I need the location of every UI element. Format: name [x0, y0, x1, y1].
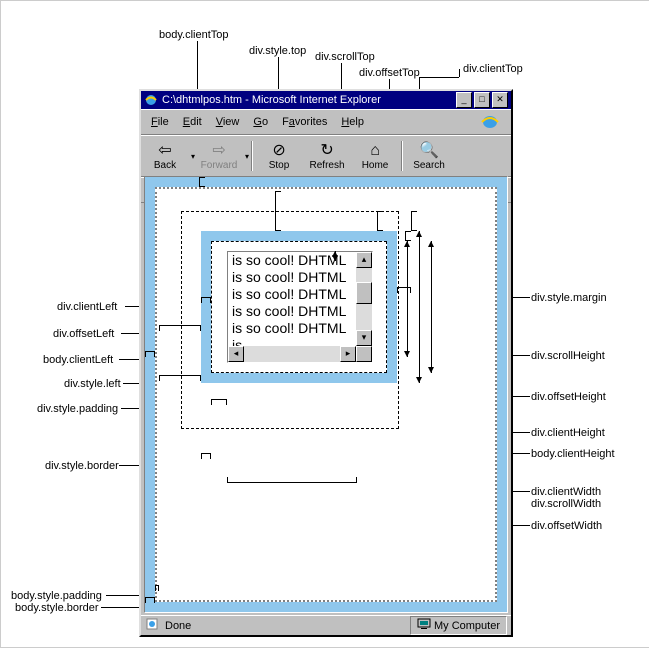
back-icon: ⇦ [158, 142, 171, 160]
scroll-down-icon[interactable]: ▾ [356, 330, 372, 346]
maximize-button[interactable]: □ [474, 92, 490, 108]
bracket-div-styleMargin-h [397, 287, 411, 293]
label-div-stylePadding: div.style.padding [37, 403, 118, 415]
forward-dropdown-icon[interactable]: ▾ [245, 152, 249, 161]
bracket-div-offsetLeft [159, 325, 201, 331]
label-div-clientWidth: div.clientWidth [531, 486, 601, 498]
stop-button[interactable]: ⊘Stop [255, 142, 303, 171]
window-title: C:\dhtmlpos.htm - Microsoft Internet Exp… [162, 94, 381, 106]
arrow-div-scrollHeight [431, 241, 432, 373]
stop-icon: ⊘ [272, 142, 285, 160]
home-icon: ⌂ [370, 142, 380, 160]
menu-help[interactable]: Help [335, 115, 370, 129]
menu-favorites[interactable]: Favorites [276, 115, 333, 129]
label-body-clientLeft: body.clientLeft [43, 354, 113, 366]
close-button[interactable]: ✕ [492, 92, 508, 108]
back-button[interactable]: ⇦Back [141, 142, 189, 171]
label-div-offsetWidth: div.offsetWidth [531, 520, 602, 532]
menu-bar: FFileile Edit View Go Favorites Help [141, 109, 511, 135]
arrow-div-scrollTop [335, 251, 336, 261]
minimize-button[interactable]: _ [456, 92, 472, 108]
content-text: is so cool! DHTML is so cool! DHTML is s… [232, 252, 354, 344]
toolbar: ⇦Back ▾ ⇨Forward ▾ ⊘Stop ↻Refresh ⌂Home … [141, 135, 511, 177]
refresh-button[interactable]: ↻Refresh [303, 142, 351, 171]
scroll-up-icon[interactable]: ▴ [356, 252, 372, 268]
refresh-icon: ↻ [320, 142, 333, 160]
scroll-corner [356, 346, 372, 362]
label-div-scrollHeight: div.scrollHeight [531, 350, 605, 362]
bracket-div-clientLeft [201, 297, 211, 303]
bracket-div-styleMargin-v [411, 211, 417, 231]
horizontal-scrollbar[interactable]: ◂ ▸ [228, 346, 372, 362]
status-zone: My Computer [410, 616, 507, 635]
ie-app-icon [144, 93, 158, 107]
status-done: Done [165, 620, 191, 632]
label-div-styleLeft: div.style.left [64, 378, 121, 390]
bracket-div-clientWidth [227, 477, 357, 483]
label-div-offsetLeft: div.offsetLeft [53, 328, 114, 340]
search-button[interactable]: 🔍Search [405, 142, 453, 171]
title-bar[interactable]: C:\dhtmlpos.htm - Microsoft Internet Exp… [141, 91, 511, 109]
scroll-right-icon[interactable]: ▸ [340, 346, 356, 362]
label-body-styleBorder: body.style.border [15, 602, 99, 614]
menu-edit[interactable]: Edit [177, 115, 208, 129]
search-icon: 🔍 [419, 142, 439, 160]
ie-window: C:\dhtmlpos.htm - Microsoft Internet Exp… [139, 89, 513, 637]
status-bar: Done My Computer [141, 615, 511, 635]
bracket-body-styleBorder [145, 597, 155, 603]
forward-icon: ⇨ [212, 142, 225, 160]
scroll-thumb[interactable] [356, 282, 372, 304]
forward-button[interactable]: ⇨Forward [195, 142, 243, 171]
bracket-div-clientTop [405, 231, 411, 241]
label-div-offsetHeight: div.offsetHeight [531, 391, 606, 403]
menu-file[interactable]: FFileile [145, 115, 175, 129]
home-button[interactable]: ⌂Home [351, 142, 399, 171]
bracket-body-clientTop [199, 177, 205, 187]
bracket-body-clientLeft [145, 351, 155, 357]
label-div-clientHeight: div.clientHeight [531, 427, 605, 439]
label-div-scrollTop: div.scrollTop [315, 51, 375, 63]
label-div-styleMargin: div.style.margin [531, 292, 607, 304]
arrow-div-clientHeight [407, 241, 408, 357]
label-div-clientTop: div.clientTop [463, 63, 523, 75]
bracket-div-styleBorder [201, 453, 211, 459]
div-content: is so cool! DHTML is so cool! DHTML is s… [227, 251, 373, 363]
menu-go[interactable]: Go [247, 115, 274, 129]
scroll-left-icon[interactable]: ◂ [228, 346, 244, 362]
bracket-div-styleLeft [159, 375, 201, 381]
label-div-styleTop: div.style.top [249, 45, 306, 57]
label-body-stylePadding: body.style.padding [11, 590, 102, 602]
label-div-scrollWidth: div.scrollWidth [531, 498, 601, 510]
viewport: is so cool! DHTML is so cool! DHTML is s… [144, 176, 508, 613]
status-done-icon [145, 617, 159, 634]
ie-logo-icon [473, 112, 507, 132]
bracket-div-styleTop [275, 191, 281, 231]
menu-view[interactable]: View [210, 115, 246, 129]
arrow-div-offsetHeight [419, 231, 420, 383]
bracket-body-stylePadding [155, 585, 159, 591]
bracket-div-offsetTop [377, 211, 383, 231]
label-body-clientTop: body.clientTop [159, 29, 229, 41]
computer-icon [417, 618, 431, 633]
bracket-div-stylePadding [211, 399, 227, 405]
label-div-styleBorder: div.style.border [45, 460, 119, 472]
label-div-clientLeft: div.clientLeft [57, 301, 117, 313]
diagram-canvas: body.clientTop div.style.top div.scrollT… [0, 0, 649, 648]
label-div-offsetTop: div.offsetTop [359, 67, 420, 79]
label-body-clientHeight: body.clientHeight [531, 448, 615, 460]
